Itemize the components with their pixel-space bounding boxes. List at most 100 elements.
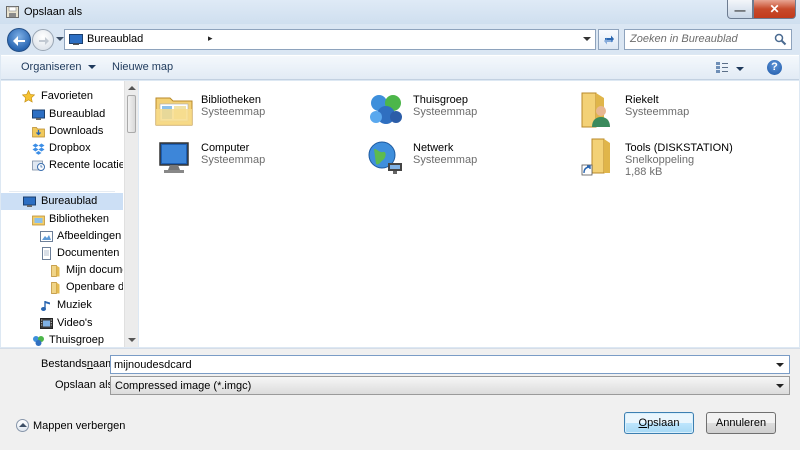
search-box[interactable]: Zoeken in Bureaublad: [624, 29, 792, 50]
nav-libraries[interactable]: Bibliotheken: [1, 211, 123, 228]
chevron-up-icon: [16, 419, 29, 432]
item-size: 1,88 kB: [625, 166, 663, 178]
nav-desktop[interactable]: Bureaublad: [1, 193, 123, 210]
videos-icon: [40, 318, 53, 329]
search-placeholder: Zoeken in Bureaublad: [630, 33, 738, 45]
nav-label: Favorieten: [41, 90, 93, 102]
nav-label: Thuisgroep: [49, 334, 105, 346]
computer-icon: [159, 142, 189, 173]
new-folder-button[interactable]: Nieuwe map: [112, 61, 173, 73]
user-folder-icon: [581, 92, 610, 128]
nav-my-documents[interactable]: Mijn docume: [1, 262, 123, 279]
item-name: Riekelt: [625, 94, 659, 106]
nav-public-documents[interactable]: Openbare do: [1, 279, 123, 296]
organize-button[interactable]: Organiseren: [21, 61, 96, 73]
breadcrumb-chevron-icon[interactable]: ▸: [208, 33, 213, 44]
network-icon: [368, 141, 402, 174]
chevron-down-icon[interactable]: [776, 363, 784, 367]
item-type: Systeemmap: [201, 106, 266, 118]
libraries-icon: [155, 97, 193, 126]
save-type-select[interactable]: Compressed image (*.imgc): [110, 376, 790, 395]
desktop-icon: [23, 196, 36, 207]
nav-music[interactable]: Muziek: [1, 297, 123, 314]
cancel-button[interactable]: Annuleren: [706, 412, 776, 434]
item-name: Thuisgroep: [413, 94, 469, 106]
nav-label: Documenten: [57, 247, 120, 259]
address-dropdown-icon[interactable]: [583, 37, 591, 41]
nav-desktop-favorite[interactable]: Bureaublad: [1, 106, 123, 123]
forward-button[interactable]: [32, 29, 54, 51]
recent-places-icon: [32, 160, 45, 171]
nav-scrollbar[interactable]: [124, 81, 138, 347]
folder-icon: [51, 265, 60, 277]
nav-dropbox[interactable]: Dropbox: [1, 140, 123, 157]
save-type-value: Compressed image (*.imgc): [115, 380, 252, 392]
nav-label: Bureaublad: [41, 195, 98, 207]
hide-folders-label: Mappen verbergen: [33, 420, 126, 432]
item-name: Netwerk: [413, 142, 454, 154]
filename-combobox[interactable]: [110, 355, 790, 374]
item-name: Computer: [201, 142, 250, 154]
recent-pages-dropdown[interactable]: [56, 37, 64, 41]
item-type: Systeemmap: [201, 154, 266, 166]
command-bar: Organiseren Nieuwe map ?: [1, 55, 799, 80]
nav-pictures[interactable]: Afbeeldingen: [1, 228, 123, 245]
nav-downloads[interactable]: Downloads: [1, 123, 123, 140]
homegroup-icon: [33, 336, 44, 346]
scroll-thumb[interactable]: [127, 95, 136, 133]
chevron-down-icon: [87, 65, 96, 70]
save-form: Bestandsnaam: Opslaan als: Compressed im…: [0, 348, 800, 450]
minimize-button[interactable]: —: [727, 0, 753, 19]
pictures-icon: [40, 231, 53, 242]
documents-icon: [42, 247, 51, 260]
organize-label: Organiseren: [21, 61, 82, 73]
save-type-label: Opslaan als:: [55, 379, 117, 391]
title-bar: Opslaan als — ✕: [0, 0, 800, 24]
close-button[interactable]: ✕: [753, 0, 796, 19]
filename-input[interactable]: [114, 357, 764, 372]
nav-label: Recente locaties: [49, 159, 123, 171]
nav-favorites[interactable]: Favorieten: [1, 88, 123, 105]
navigation-pane: Favorieten Bureaublad Downloads Dropbox …: [1, 81, 138, 347]
music-icon: [41, 301, 50, 311]
downloads-folder-icon: [32, 127, 45, 138]
item-computer[interactable]: Computer Systeemmap: [154, 137, 354, 182]
view-options-dropdown[interactable]: [736, 67, 744, 71]
item-name: Bibliotheken: [201, 94, 261, 106]
item-type: Systeemmap: [413, 154, 478, 166]
scroll-down-icon[interactable]: [128, 338, 136, 342]
item-network[interactable]: Netwerk Systeemmap: [366, 137, 566, 182]
save-button[interactable]: Opslaan: [624, 412, 694, 434]
desktop-icon: [32, 109, 45, 120]
nav-documents[interactable]: Documenten: [1, 245, 123, 262]
nav-videos[interactable]: Video's: [1, 315, 123, 332]
nav-label: Bureaublad: [49, 108, 106, 120]
nav-homegroup[interactable]: Thuisgroep: [1, 332, 123, 349]
chevron-down-icon: [776, 384, 784, 388]
back-button[interactable]: [7, 28, 31, 52]
shortcut-folder-icon: [581, 138, 610, 176]
nav-label: Muziek: [57, 299, 92, 311]
file-list: Bibliotheken Systeemmap Thuisgroep Syste…: [139, 81, 799, 347]
item-tools-diskstation[interactable]: Tools (DISKSTATION) Snelkoppeling 1,88 k…: [578, 137, 778, 189]
nav-label: Dropbox: [49, 142, 91, 154]
arrow-left-icon: [13, 36, 25, 46]
item-homegroup[interactable]: Thuisgroep Systeemmap: [366, 89, 566, 134]
refresh-button[interactable]: [598, 29, 619, 50]
item-user-folder[interactable]: Riekelt Systeemmap: [578, 89, 778, 134]
save-dialog-icon: [6, 6, 19, 18]
item-libraries[interactable]: Bibliotheken Systeemmap: [154, 89, 354, 134]
nav-recent-places[interactable]: Recente locaties: [1, 157, 123, 174]
help-button[interactable]: ?: [767, 60, 782, 75]
close-icon: ✕: [769, 2, 780, 16]
nav-label: Afbeeldingen: [57, 230, 122, 242]
address-bar[interactable]: Bureaublad ▸: [64, 29, 596, 50]
new-folder-label: Nieuwe map: [112, 61, 174, 73]
desktop-icon: [69, 34, 83, 45]
dropbox-icon: [32, 143, 45, 155]
filename-label: Bestandsnaam:: [41, 358, 118, 370]
scroll-up-icon[interactable]: [128, 86, 136, 90]
change-view-icon[interactable]: [715, 61, 729, 74]
breadcrumb[interactable]: Bureaublad: [87, 33, 143, 45]
nav-label: Downloads: [49, 125, 104, 137]
